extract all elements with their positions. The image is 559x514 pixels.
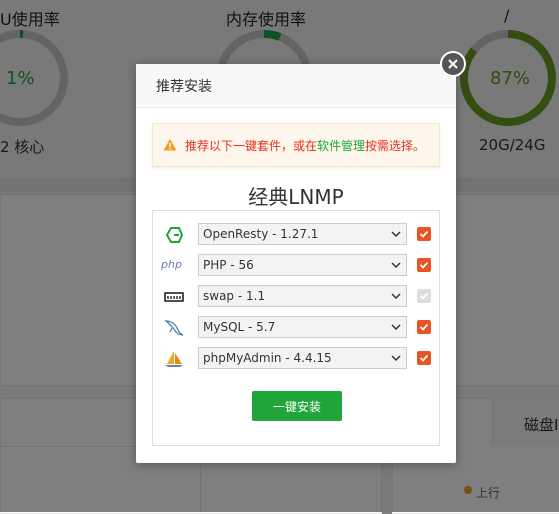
alert-suffix: 按需选择。 (365, 138, 426, 153)
chevron-down-icon (391, 231, 401, 238)
package-row-mysql: MySQL - 5.7 (153, 316, 439, 340)
checkmark-icon (419, 230, 429, 238)
openresty-icon (165, 227, 184, 243)
memory-chip-icon (164, 292, 184, 302)
phpmyadmin-checkbox[interactable] (417, 351, 431, 365)
suite-title: 经典LNMP (248, 185, 344, 209)
checkmark-icon (419, 354, 429, 362)
chevron-down-icon (391, 355, 401, 362)
openresty-version-select[interactable]: OpenResty - 1.27.1 (198, 223, 407, 245)
phpmyadmin-version-select[interactable]: phpMyAdmin - 4.4.15 (198, 347, 407, 369)
warning-icon (163, 139, 177, 151)
chevron-down-icon (391, 293, 401, 300)
php-icon: php (161, 258, 182, 271)
checkmark-icon (419, 261, 429, 269)
package-row-phpmyadmin: phpMyAdmin - 4.4.15 (153, 347, 439, 371)
checkmark-icon (419, 323, 429, 331)
dialog-title: 推荐安装 (156, 78, 212, 95)
package-row-php: php PHP - 56 (153, 254, 439, 278)
close-icon (448, 59, 458, 69)
dialog-header: 推荐安装 (136, 64, 456, 108)
recommend-alert: 推荐以下一键套件，或在 软件管理 按需选择。 (152, 123, 440, 167)
swap-version-select[interactable]: swap - 1.1 (198, 285, 407, 307)
mysql-dolphin-icon (164, 320, 184, 336)
chevron-down-icon (391, 324, 401, 331)
openresty-checkbox[interactable] (417, 227, 431, 241)
mysql-version-select[interactable]: MySQL - 5.7 (198, 316, 407, 338)
chevron-down-icon (391, 262, 401, 269)
mysql-checkbox[interactable] (417, 320, 431, 334)
package-row-openresty: OpenResty - 1.27.1 (153, 223, 439, 247)
swap-checkbox[interactable] (417, 289, 431, 303)
recommend-install-dialog: 推荐安装 推荐以下一键套件，或在 软件管理 按需选择。 经典LNMP OpenRes… (136, 64, 456, 463)
php-checkbox[interactable] (417, 258, 431, 272)
one-click-install-button[interactable]: 一键安装 (252, 391, 342, 421)
phpmyadmin-sail-icon (165, 351, 183, 367)
php-version-select[interactable]: PHP - 56 (198, 254, 407, 276)
alert-prefix: 推荐以下一键套件，或在 (185, 138, 318, 153)
software-manage-link[interactable]: 软件管理 (317, 137, 365, 154)
close-button[interactable] (440, 51, 466, 77)
package-row-swap: swap - 1.1 (153, 285, 439, 309)
checkmark-icon (419, 292, 429, 300)
